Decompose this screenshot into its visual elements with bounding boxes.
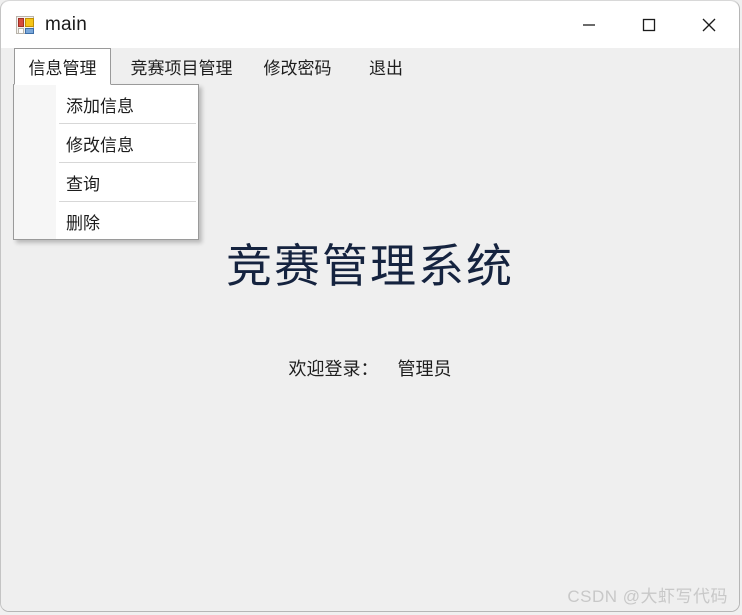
winforms-app-icon	[16, 16, 34, 34]
title-bar: main	[1, 0, 739, 48]
dropdown-item-label: 删除	[66, 214, 100, 233]
logged-in-username: 管理员	[397, 359, 452, 379]
menu-exit[interactable]: 退出	[361, 48, 411, 85]
welcome-label: 欢迎登录：	[288, 359, 379, 379]
app-icon-blue-square	[25, 28, 34, 34]
csdn-watermark: CSDN @大虾写代码	[567, 587, 728, 606]
menu-bar: 信息管理 竞赛项目管理 修改密码 退出	[1, 48, 739, 85]
minimize-button[interactable]	[559, 1, 619, 48]
app-icon-grid	[18, 18, 34, 34]
application-window: main 信息管理 竞赛项目管理 修改密码 退出 竞赛管理系统 欢迎登录： 管理…	[0, 0, 740, 612]
menu-item-label: 信息管理	[28, 59, 97, 78]
menu-item-label: 修改密码	[263, 59, 332, 78]
info-management-dropdown: 添加信息修改信息查询删除	[13, 84, 199, 240]
menu-info-management[interactable]: 信息管理	[14, 48, 111, 85]
app-icon-yellow-square	[25, 18, 34, 27]
menu-item-add-info[interactable]: 添加信息	[15, 85, 198, 124]
maximize-icon	[638, 14, 660, 36]
menu-item-delete[interactable]: 删除	[15, 202, 198, 241]
window-title: main	[45, 14, 87, 35]
welcome-row: 欢迎登录： 管理员	[1, 355, 739, 381]
dropdown-item-label: 修改信息	[66, 136, 134, 155]
menu-contest-project-management[interactable]: 竞赛项目管理	[120, 48, 243, 85]
menu-item-label: 竞赛项目管理	[130, 59, 233, 78]
close-button[interactable]	[679, 1, 739, 48]
menu-item-label: 退出	[369, 59, 403, 78]
dropdown-item-label: 添加信息	[66, 97, 134, 116]
dropdown-item-label: 查询	[66, 175, 100, 194]
maximize-button[interactable]	[619, 1, 679, 48]
menu-item-modify-info[interactable]: 修改信息	[15, 124, 198, 163]
app-icon-red-square	[18, 18, 24, 27]
menu-change-password[interactable]: 修改密码	[256, 48, 339, 85]
menu-item-query[interactable]: 查询	[15, 163, 198, 202]
app-icon-white-square	[18, 28, 24, 34]
minimize-icon	[578, 14, 600, 36]
close-icon	[697, 13, 721, 37]
